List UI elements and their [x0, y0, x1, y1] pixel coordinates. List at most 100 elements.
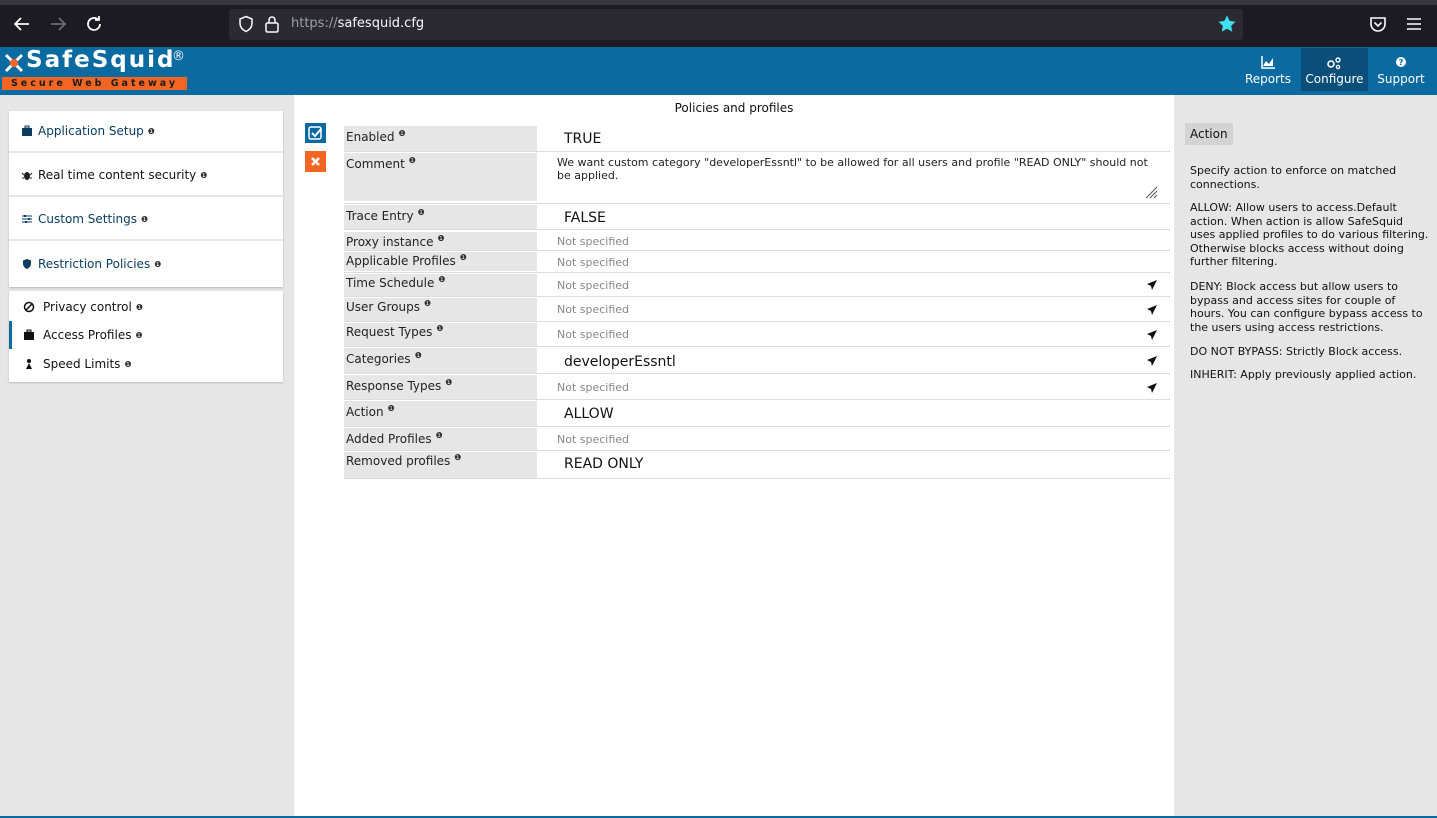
sidebar-item-application-setup[interactable]: Application Setup ❶: [9, 111, 283, 153]
field-value[interactable]: Not specified: [557, 433, 629, 446]
bookmark-star-icon[interactable]: [1217, 14, 1237, 34]
briefcase-icon: [24, 329, 34, 340]
forward-arrow-icon: [51, 17, 67, 31]
info-icon[interactable]: ❶: [438, 275, 445, 284]
field-value[interactable]: FALSE: [564, 210, 606, 226]
field-value[interactable]: Not specified: [557, 303, 629, 316]
forward-button[interactable]: [46, 12, 70, 36]
safesquid-logo[interactable]: SafeSquid ® Secure Web Gateway: [0, 47, 190, 95]
delete-button[interactable]: [305, 151, 326, 172]
field-value[interactable]: TRUE: [564, 131, 601, 147]
field-proxy-instance[interactable]: Proxy instance ❶ Not specified: [344, 232, 1170, 251]
sidebar-item-label: Real time content security: [38, 168, 197, 182]
info-icon[interactable]: ❶: [148, 127, 155, 136]
sliders-icon: [22, 215, 32, 223]
info-icon[interactable]: ❶: [418, 208, 425, 217]
paper-plane-icon[interactable]: [1146, 355, 1158, 367]
paper-plane-icon[interactable]: [1146, 304, 1158, 316]
reload-icon: [87, 16, 101, 31]
shield-icon: [23, 259, 31, 269]
url-text[interactable]: https://safesquid.cfg: [291, 16, 424, 31]
field-label: Comment ❶: [344, 153, 537, 201]
url-protocol: https://: [291, 16, 338, 31]
info-icon[interactable]: ❶: [409, 156, 416, 165]
field-value[interactable]: Not specified: [557, 328, 629, 341]
sidebar-subitem-privacy-control[interactable]: Privacy control ❶: [9, 293, 283, 321]
field-request-types[interactable]: Request Types ❶ Not specified: [344, 323, 1170, 347]
nav-reports[interactable]: Reports: [1237, 48, 1299, 91]
info-icon[interactable]: ❶: [141, 215, 148, 224]
app-header: SafeSquid ® Secure Web Gateway Reports C…: [0, 47, 1437, 95]
lock-icon[interactable]: [264, 15, 280, 33]
sidebar-subitem-label: Access Profiles: [43, 328, 132, 342]
info-icon[interactable]: ❶: [436, 324, 443, 333]
sidebar-subitem-access-profiles[interactable]: Access Profiles ❶: [9, 321, 283, 349]
field-value[interactable]: ALLOW: [564, 406, 614, 422]
briefcase-icon: [22, 125, 32, 136]
field-value[interactable]: developerEssntl: [564, 354, 676, 370]
paper-plane-icon[interactable]: [1146, 329, 1158, 341]
logo-registered-mark: ®: [172, 49, 185, 64]
field-label: Request Types ❶: [344, 323, 537, 346]
info-icon[interactable]: ❶: [438, 234, 445, 243]
field-applicable-profiles[interactable]: Applicable Profiles ❶ Not specified: [344, 252, 1170, 273]
info-icon[interactable]: ❶: [136, 303, 143, 312]
cogs-icon: [1327, 57, 1341, 70]
info-icon[interactable]: ❶: [388, 404, 395, 413]
paper-plane-icon[interactable]: [1146, 279, 1158, 291]
field-value[interactable]: READ ONLY: [564, 456, 643, 472]
field-added-profiles[interactable]: Added Profiles ❶ Not specified: [344, 428, 1170, 451]
sidebar-subitem-label: Privacy control: [43, 300, 132, 314]
field-response-types[interactable]: Response Types ❶ Not specified: [344, 375, 1170, 400]
tab-strip: [0, 0, 1437, 5]
sidebar-item-restriction-policies[interactable]: Restriction Policies ❶: [9, 243, 283, 285]
info-icon[interactable]: ❶: [135, 331, 142, 340]
ban-icon: [23, 301, 35, 313]
sidebar-subitem-speed-limits[interactable]: Speed Limits ❶: [9, 350, 283, 378]
field-label: Categories ❶: [344, 348, 537, 373]
sidebar-item-label: Custom Settings: [38, 212, 138, 226]
field-trace-entry[interactable]: Trace Entry ❶ FALSE: [344, 205, 1170, 230]
pocket-icon[interactable]: [1367, 13, 1389, 35]
field-value[interactable]: Not specified: [557, 279, 629, 292]
info-icon[interactable]: ❶: [124, 360, 131, 369]
field-comment[interactable]: Comment ❶ We want custom category "develo…: [344, 153, 1170, 204]
speed-icon: [26, 359, 32, 369]
field-categories[interactable]: Categories ❶ developerEssntl: [344, 348, 1170, 374]
help-paragraph: Specify action to enforce on matched con…: [1190, 164, 1397, 191]
info-icon[interactable]: ❶: [399, 129, 406, 138]
logo-text: SafeSquid: [26, 47, 176, 73]
info-icon[interactable]: ❶: [460, 253, 467, 262]
menu-icon[interactable]: [1403, 13, 1425, 35]
logo-tagline: Secure Web Gateway: [2, 77, 187, 90]
field-action[interactable]: Action ❶ ALLOW: [344, 401, 1170, 427]
reload-button[interactable]: [82, 12, 106, 36]
nav-configure[interactable]: Configure: [1301, 48, 1368, 91]
info-icon[interactable]: ❶: [436, 431, 443, 440]
tracking-shield-icon[interactable]: [237, 15, 255, 33]
sidebar-item-custom-settings[interactable]: Custom Settings ❶: [9, 199, 283, 241]
back-button[interactable]: [10, 12, 34, 36]
field-value[interactable]: Not specified: [557, 381, 629, 394]
paper-plane-icon[interactable]: [1146, 382, 1158, 394]
nav-support[interactable]: ? Support: [1370, 48, 1432, 91]
field-user-groups[interactable]: User Groups ❶ Not specified: [344, 298, 1170, 322]
field-time-schedule[interactable]: Time Schedule ❶ Not specified: [344, 274, 1170, 297]
field-value[interactable]: Not specified: [557, 256, 629, 269]
url-host: safesquid.cfg: [337, 16, 425, 31]
info-icon[interactable]: ❶: [454, 453, 461, 462]
info-icon[interactable]: ❶: [200, 171, 207, 180]
info-icon[interactable]: ❶: [424, 299, 431, 308]
info-icon[interactable]: ❶: [415, 351, 422, 360]
comment-textarea[interactable]: We want custom category "developerEssntl…: [557, 156, 1157, 182]
save-button[interactable]: [305, 123, 326, 143]
field-value[interactable]: Not specified: [557, 235, 629, 248]
field-enabled[interactable]: Enabled ❶ TRUE: [344, 126, 1170, 152]
url-bar[interactable]: https://safesquid.cfg: [229, 9, 1243, 40]
help-paragraph: INHERIT: Apply previously applied action…: [1190, 368, 1417, 381]
sidebar-item-realtime-security[interactable]: Real time content security ❶: [9, 155, 283, 197]
resize-handle-icon[interactable]: [1144, 185, 1158, 199]
info-icon[interactable]: ❶: [445, 378, 452, 387]
field-removed-profiles[interactable]: Removed profiles ❶ READ ONLY: [344, 452, 1170, 479]
info-icon[interactable]: ❶: [154, 260, 161, 269]
